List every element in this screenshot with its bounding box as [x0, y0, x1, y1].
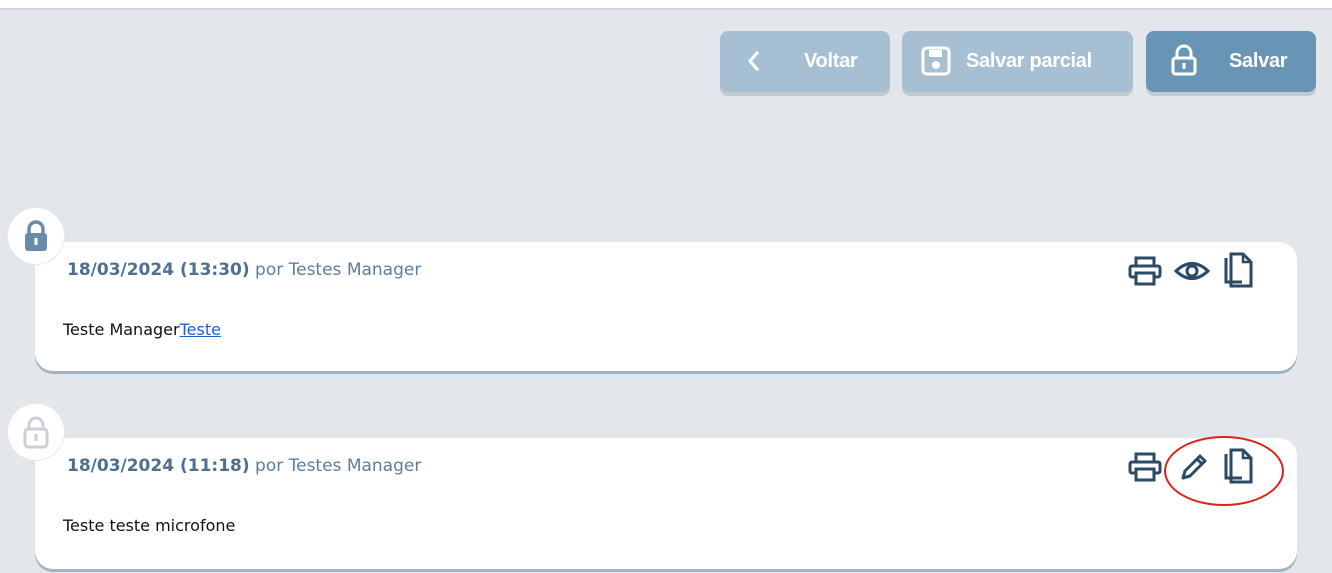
entry-body-link[interactable]: Teste: [180, 320, 221, 339]
entry-body: Teste ManagerTeste: [63, 320, 221, 339]
save-partial-button[interactable]: Salvar parcial: [902, 31, 1133, 92]
save-partial-button-label: Salvar parcial: [966, 50, 1092, 72]
save-button-label: Salvar: [1229, 50, 1288, 72]
history-entry: 18/03/2024 (11:18) por Testes Manager Te…: [35, 438, 1297, 569]
back-button[interactable]: Voltar: [720, 31, 890, 92]
entry-meta: 18/03/2024 (13:30) por Testes Manager: [67, 260, 421, 280]
entry-date: 18/03/2024 (11:18): [67, 456, 250, 476]
print-icon[interactable]: [1127, 256, 1163, 291]
print-icon[interactable]: [1127, 452, 1163, 487]
view-icon[interactable]: [1173, 256, 1211, 291]
highlight-annotation: [1164, 436, 1284, 506]
entry-actions: [1127, 252, 1267, 291]
lock-icon: [1170, 44, 1198, 76]
back-button-label: Voltar: [804, 50, 858, 72]
history-entry: 18/03/2024 (13:30) por Testes Manager Te…: [35, 242, 1297, 371]
chevron-left-icon: [746, 50, 760, 72]
entry-body-text: Teste Manager: [63, 320, 180, 339]
entry-lock-badge: [8, 404, 64, 460]
entry-author: por Testes Manager: [255, 456, 422, 476]
entry-lock-badge: [8, 208, 64, 264]
entry-author: por Testes Manager: [255, 260, 422, 280]
floppy-disk-icon: [920, 45, 952, 77]
top-divider: [0, 0, 1332, 10]
entry-body: Teste teste microfone: [63, 516, 236, 535]
entry-date: 18/03/2024 (13:30): [67, 260, 250, 280]
entry-meta: 18/03/2024 (11:18) por Testes Manager: [67, 456, 421, 476]
copy-icon[interactable]: [1221, 252, 1255, 293]
save-button[interactable]: Salvar: [1146, 31, 1316, 92]
